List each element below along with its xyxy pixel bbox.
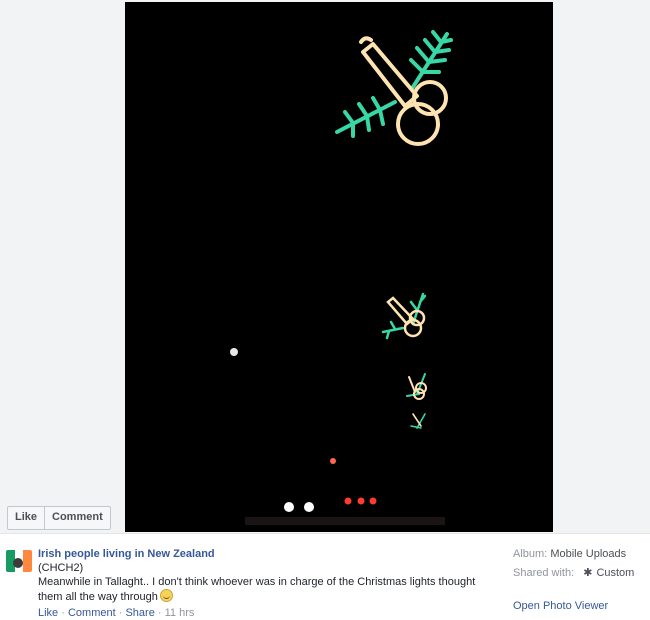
tail-light-right <box>369 497 377 505</box>
photo-action-bar: Like Comment <box>7 506 111 530</box>
meta-like-link[interactable]: Like <box>38 607 58 619</box>
christmas-lights-illustration <box>125 2 553 532</box>
meta-comment-link[interactable]: Comment <box>68 607 116 619</box>
audience-selector[interactable]: Custom <box>596 567 634 579</box>
post-content: Irish people living in New Zealand (CHCH… <box>38 547 478 620</box>
gear-icon: ✱ <box>583 567 593 579</box>
meta-separator: · <box>61 607 65 619</box>
street-light <box>230 348 238 356</box>
open-photo-viewer-link[interactable]: Open Photo Viewer <box>513 600 608 612</box>
photo[interactable] <box>125 2 553 532</box>
post-message: Meanwhile in Tallaght.. I don't think wh… <box>38 575 478 604</box>
tail-light-mid <box>357 497 365 505</box>
shared-with-row: Shared with: ✱ Custom <box>513 566 634 580</box>
post-meta: Like · Comment · Share · 11 hrs <box>38 606 478 620</box>
photo-stage: Like Comment <box>0 0 650 533</box>
car-headlight-right <box>304 502 314 512</box>
post-timestamp[interactable]: 11 hrs <box>165 607 195 619</box>
post-footer: Irish people living in New Zealand (CHCH… <box>0 533 650 620</box>
album-row: Album: Mobile Uploads <box>513 547 634 561</box>
meta-share-link[interactable]: Share <box>125 607 154 619</box>
car-headlight-left <box>284 502 294 512</box>
shared-with-label: Shared with: <box>513 567 575 579</box>
meta-separator: · <box>118 607 123 619</box>
album-label: Album: <box>513 548 548 560</box>
comment-button[interactable]: Comment <box>44 507 110 529</box>
post-subtag: (CHCH2) <box>38 562 84 574</box>
photo-info: Album: Mobile Uploads Shared with: ✱ Cust… <box>513 547 634 585</box>
post-message-text: Meanwhile in Tallaght.. I don't think wh… <box>38 576 476 603</box>
like-button[interactable]: Like <box>8 507 44 529</box>
laughing-emoji-icon <box>159 589 173 602</box>
meta-separator: · <box>157 607 162 619</box>
tail-light-left <box>344 497 352 505</box>
page-avatar[interactable] <box>6 550 32 572</box>
distant-light <box>330 458 336 464</box>
road-glow <box>245 517 445 525</box>
page-name-link[interactable]: Irish people living in New Zealand <box>38 548 215 560</box>
album-link[interactable]: Mobile Uploads <box>550 548 626 560</box>
